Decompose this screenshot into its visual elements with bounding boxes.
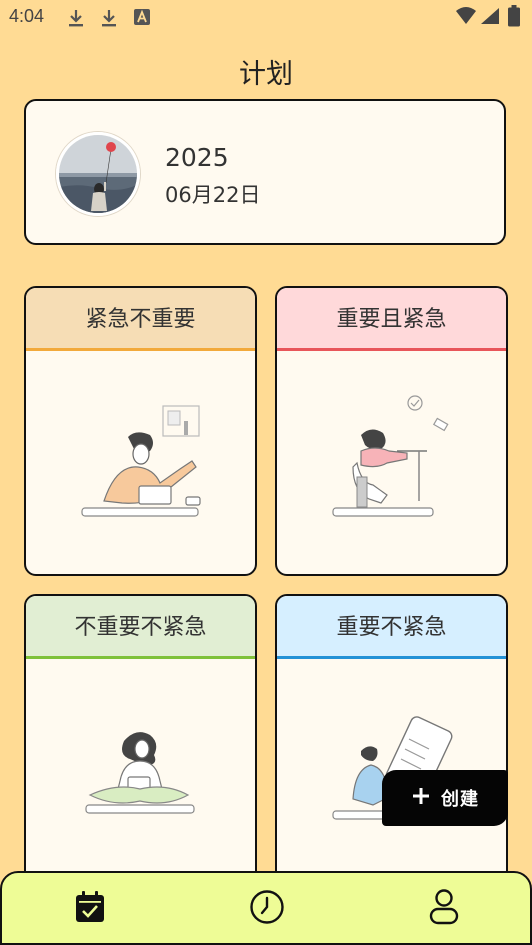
user-icon bbox=[428, 888, 460, 930]
nav-profile-tab[interactable] bbox=[424, 889, 464, 929]
nav-plan-tab[interactable] bbox=[70, 889, 110, 929]
month-day-text: 06月22日 bbox=[165, 183, 261, 207]
cellular-signal-icon bbox=[480, 7, 500, 29]
page-title: 计划 bbox=[239, 59, 293, 90]
quadrant-not-important-not-urgent[interactable]: 不重要不紧急 bbox=[24, 594, 257, 894]
calendar-check-icon bbox=[74, 890, 106, 928]
quadrant-label: 紧急不重要 bbox=[26, 288, 255, 351]
bottom-nav bbox=[0, 871, 532, 945]
status-time: 4:04 bbox=[9, 6, 45, 26]
status-bar: 4:04 bbox=[0, 0, 532, 36]
quadrant-urgent-not-important[interactable]: 紧急不重要 bbox=[24, 286, 257, 576]
download-icon bbox=[67, 8, 85, 32]
clock-icon bbox=[249, 889, 285, 929]
quadrant-label: 不重要不紧急 bbox=[26, 596, 255, 659]
download-icon bbox=[100, 8, 118, 32]
person-at-standing-desk-illustration bbox=[277, 351, 506, 574]
quadrant-important-not-urgent[interactable]: 重要不紧急 bbox=[275, 594, 508, 894]
quadrant-important-urgent[interactable]: 重要且紧急 bbox=[275, 286, 508, 576]
nav-timer-tab[interactable] bbox=[247, 889, 287, 929]
create-button[interactable]: 创建 bbox=[382, 770, 508, 826]
year-text: 2025 bbox=[165, 143, 229, 172]
create-button-label: 创建 bbox=[441, 789, 479, 810]
text-a-icon bbox=[134, 9, 150, 29]
plus-icon bbox=[411, 786, 431, 810]
wifi-icon bbox=[455, 7, 477, 29]
quadrant-label: 重要不紧急 bbox=[277, 596, 506, 659]
battery-icon bbox=[508, 5, 520, 31]
person-meditating-illustration bbox=[26, 659, 255, 892]
quadrant-label: 重要且紧急 bbox=[277, 288, 506, 351]
avatar bbox=[56, 132, 140, 216]
person-at-desk-illustration bbox=[26, 351, 255, 574]
date-card: 2025 06月22日 bbox=[24, 99, 506, 245]
